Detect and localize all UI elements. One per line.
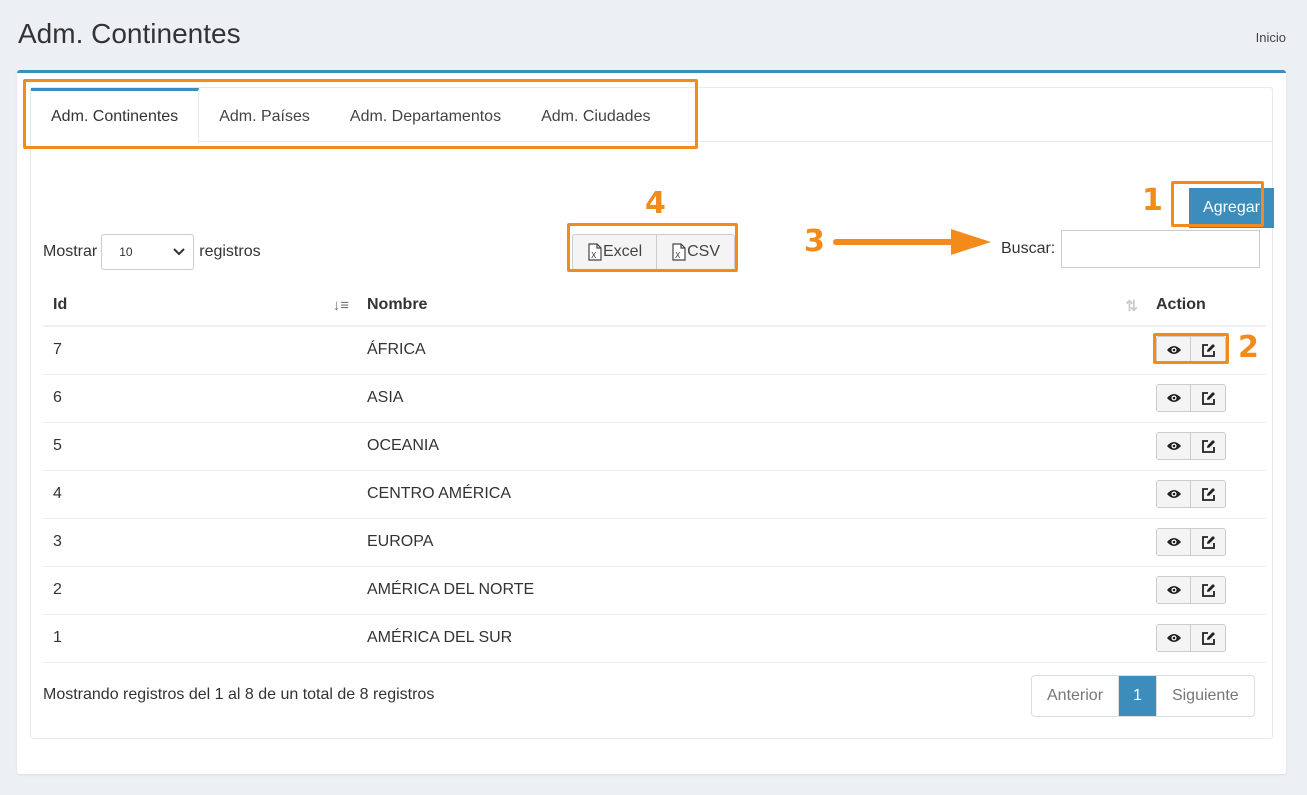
column-header-id[interactable]: Id ↓≡ <box>43 284 357 327</box>
cell-action <box>1146 566 1266 615</box>
table-row: 4 CENTRO AMÉRICA <box>43 470 1266 519</box>
table-row: 6 ASIA <box>43 374 1266 423</box>
annotation-number-3: 3 <box>804 224 825 259</box>
eye-icon <box>1166 394 1181 402</box>
view-button[interactable] <box>1157 577 1191 603</box>
annotation-number-2: 2 <box>1238 330 1259 365</box>
cell-name: ASIA <box>357 374 1146 423</box>
cell-action <box>1146 374 1266 423</box>
page-length-select[interactable]: 10 <box>101 234 195 270</box>
annotation-arrow-icon <box>833 229 991 255</box>
cell-id: 7 <box>43 326 357 375</box>
header-id-label: Id <box>53 295 68 313</box>
sort-desc-icon: ↓≡ <box>332 297 349 314</box>
annotation-number-4: 4 <box>645 186 666 221</box>
length-suffix: registros <box>199 243 261 260</box>
cell-name: AMÉRICA DEL SUR <box>357 614 1146 663</box>
view-button[interactable] <box>1157 625 1191 651</box>
view-button[interactable] <box>1157 481 1191 507</box>
cell-name: ÁFRICA <box>357 326 1146 375</box>
edit-button[interactable] <box>1191 529 1225 555</box>
cell-id: 5 <box>43 422 357 471</box>
edit-button[interactable] <box>1191 481 1225 507</box>
cell-action <box>1146 422 1266 471</box>
eye-icon <box>1166 442 1181 450</box>
eye-icon <box>1166 490 1181 498</box>
annotation-box-add <box>1171 181 1264 227</box>
table-info: Mostrando registros del 1 al 8 de un tot… <box>43 686 435 703</box>
edit-icon <box>1201 631 1215 645</box>
pagination-prev[interactable]: Anterior <box>1032 676 1120 716</box>
edit-button[interactable] <box>1191 385 1225 411</box>
edit-icon <box>1201 583 1215 597</box>
column-header-action: Action <box>1146 284 1266 327</box>
table-row: 5 OCEANIA <box>43 422 1266 471</box>
cell-id: 2 <box>43 566 357 615</box>
table-row: 7 ÁFRICA <box>43 326 1266 375</box>
edit-icon <box>1201 391 1215 405</box>
row-actions <box>1156 528 1226 556</box>
row-actions <box>1156 480 1226 508</box>
table-row: 2 AMÉRICA DEL NORTE <box>43 566 1266 615</box>
eye-icon <box>1166 634 1181 642</box>
cell-name: AMÉRICA DEL NORTE <box>357 566 1146 615</box>
edit-icon <box>1201 487 1215 501</box>
sort-both-icon: ⇅ <box>1125 298 1138 315</box>
pagination-page-current[interactable]: 1 <box>1119 676 1157 716</box>
row-actions <box>1156 624 1226 652</box>
search-input[interactable] <box>1061 230 1261 268</box>
edit-icon <box>1201 535 1215 549</box>
cell-action <box>1146 470 1266 519</box>
cell-action <box>1146 518 1266 567</box>
length-prefix: Mostrar <box>43 243 98 260</box>
cell-name: CENTRO AMÉRICA <box>357 470 1146 519</box>
row-actions <box>1156 576 1226 604</box>
annotation-box-tabs <box>23 79 698 149</box>
cell-action <box>1146 614 1266 663</box>
edit-button[interactable] <box>1191 625 1225 651</box>
tab-panel: Adm. Continentes Adm. Países Adm. Depart… <box>30 87 1274 739</box>
cell-name: OCEANIA <box>357 422 1146 471</box>
search-control: Buscar: <box>1001 230 1261 268</box>
page-length-value: 10 <box>119 245 133 259</box>
cell-name: EUROPA <box>357 518 1146 567</box>
cell-id: 4 <box>43 470 357 519</box>
row-actions <box>1156 432 1226 460</box>
eye-icon <box>1166 538 1181 546</box>
edit-icon <box>1201 439 1215 453</box>
row-actions <box>1156 384 1226 412</box>
view-button[interactable] <box>1157 529 1191 555</box>
header-name-label: Nombre <box>367 295 428 313</box>
view-button[interactable] <box>1157 433 1191 459</box>
cell-id: 3 <box>43 518 357 567</box>
page-title: Adm. Continentes <box>18 18 241 49</box>
column-header-name[interactable]: Nombre ⇅ <box>357 284 1146 327</box>
table-row: 3 EUROPA <box>43 518 1266 567</box>
pagination-next[interactable]: Siguiente <box>1157 676 1254 716</box>
edit-button[interactable] <box>1191 577 1225 603</box>
chevron-down-icon <box>173 248 185 256</box>
search-label: Buscar: <box>1001 240 1056 257</box>
eye-icon <box>1166 586 1181 594</box>
edit-button[interactable] <box>1191 433 1225 459</box>
annotation-box-actions <box>1153 333 1229 364</box>
view-button[interactable] <box>1157 385 1191 411</box>
breadcrumb-home[interactable]: Inicio <box>1256 30 1286 45</box>
pagination: Anterior 1 Siguiente <box>1031 675 1255 717</box>
table-header-row: Id ↓≡ Nombre ⇅ Action <box>43 284 1266 327</box>
table-row: 1 AMÉRICA DEL SUR <box>43 614 1266 663</box>
page-length-control: Mostrar 10 registros <box>43 234 261 270</box>
cell-id: 1 <box>43 614 357 663</box>
continents-table: Id ↓≡ Nombre ⇅ Action 7 ÁFRICA 6 ASIA 5 OCE… <box>43 284 1266 663</box>
annotation-box-export <box>567 223 738 272</box>
annotation-number-1: 1 <box>1142 183 1163 218</box>
main-card: Adm. Continentes Adm. Países Adm. Depart… <box>17 70 1286 774</box>
cell-id: 6 <box>43 374 357 423</box>
